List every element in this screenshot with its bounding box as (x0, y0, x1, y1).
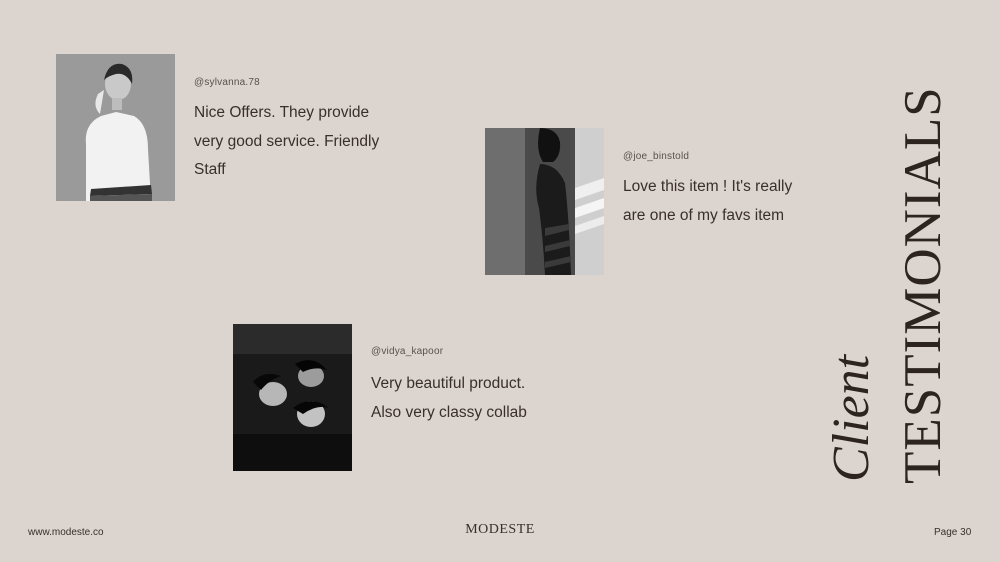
quote-line: Nice Offers. They provide (194, 104, 370, 121)
quote-line: Also very classy collab (371, 403, 527, 421)
heading-script: Client (823, 354, 880, 482)
testimonial-photo-3 (233, 324, 352, 471)
footer-brand: MODESTE (465, 522, 535, 537)
testimonial-quote-3: Very beautiful product. Also very classy… (371, 370, 527, 427)
testimonial-quote-2: Love this item ! It's really are one of … (623, 173, 792, 230)
quote-line: Very beautiful product. (371, 375, 526, 392)
testimonial-handle-3: @vidya_kapoor (371, 346, 444, 357)
quote-line: very good service. Friendly (194, 132, 380, 150)
testimonial-quote-1: Nice Offers. They provide very good serv… (194, 99, 379, 185)
testimonial-photo-2 (485, 128, 604, 275)
testimonial-photo-1 (56, 54, 175, 201)
group-of-women-image (233, 324, 352, 471)
quote-line: are one of my favs item (623, 206, 785, 224)
quote-line: Love this item ! It's really (623, 178, 793, 195)
portrait-woman-shadow-image (485, 128, 604, 275)
page-number: Page 30 (934, 527, 972, 538)
portrait-woman-white-shirt-image (56, 54, 175, 201)
heading-main: TESTIMONIALS (894, 86, 952, 484)
testimonial-handle-2: @joe_binstold (623, 151, 690, 162)
testimonial-handle-1: @sylvanna.78 (194, 77, 260, 88)
quote-line: Staff (194, 161, 226, 178)
